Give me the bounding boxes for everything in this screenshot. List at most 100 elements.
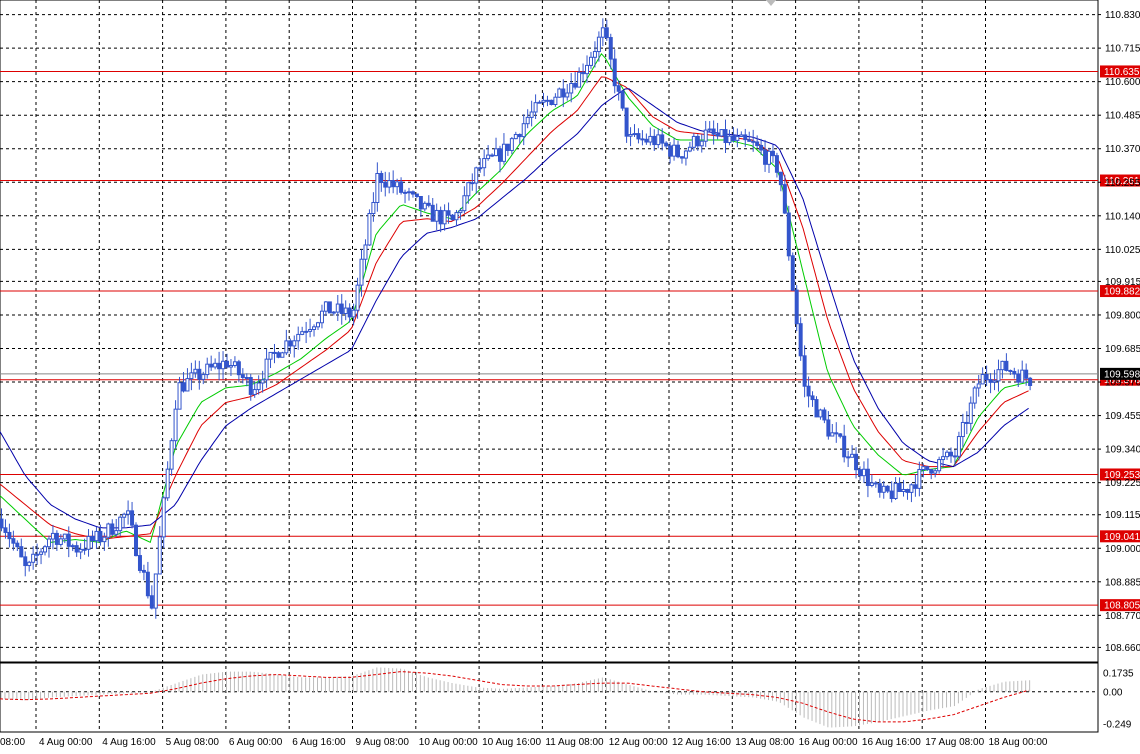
candle-body [141, 569, 146, 573]
time-tick-label: 10 Aug 00:00 [419, 737, 478, 748]
candle-body [505, 143, 510, 151]
candle-body [347, 307, 352, 318]
candle-body [905, 488, 910, 493]
candle-body [308, 328, 313, 332]
candle-body [782, 184, 787, 214]
candle-body [549, 99, 554, 106]
candle-body [387, 180, 392, 188]
candle-body [58, 538, 63, 545]
candle-body [62, 533, 67, 540]
candle-body [137, 555, 142, 571]
candle-body [122, 513, 127, 518]
candle-body [537, 101, 542, 104]
candle-body [478, 167, 483, 170]
candle-body [185, 378, 190, 392]
candle-body [355, 284, 360, 311]
price-tick-label: 110.830 [1105, 10, 1140, 21]
candle-body [312, 326, 317, 330]
candle-body [533, 102, 538, 113]
candle-body [272, 351, 277, 354]
candle-body [976, 383, 981, 389]
candle-body [846, 456, 851, 459]
price-tick-label: 110.600 [1105, 77, 1140, 88]
candle-body [763, 149, 768, 165]
candle-body [616, 85, 621, 92]
candle-body [232, 361, 237, 367]
candle-body [640, 138, 645, 141]
candle-body [213, 362, 218, 368]
price-tick-label: 109.455 [1105, 411, 1140, 422]
candle-body [644, 138, 649, 143]
price-tick-label: 109.340 [1105, 445, 1140, 456]
candle-body [19, 546, 24, 558]
price-tick-label: 108.660 [1105, 643, 1140, 654]
candle-body [27, 561, 32, 567]
time-tick-label: 11 Aug 08:00 [545, 737, 604, 748]
candle-body [450, 214, 455, 221]
candle-body [778, 171, 783, 186]
candle-body [375, 173, 380, 203]
price-tick-label: 110.715 [1105, 44, 1140, 55]
oscillator-tick-label: 0.00 [1103, 688, 1123, 699]
candle-body [11, 538, 16, 544]
candle-body [767, 150, 772, 165]
candle-body [964, 421, 969, 424]
candle-body [43, 546, 48, 553]
candle-body [331, 311, 336, 314]
time-tick-label: 6 Aug 00:00 [229, 737, 283, 748]
candle-body [838, 433, 843, 437]
candle-body [648, 135, 653, 143]
candle-body [335, 303, 340, 313]
price-tick-label: 109.115 [1105, 510, 1140, 521]
candle-body [569, 83, 574, 94]
candle-body [952, 455, 957, 458]
candle-body [70, 545, 75, 548]
candle-body [351, 309, 356, 318]
candle-body [1004, 360, 1009, 371]
candle-body [399, 181, 404, 193]
level-label: 109.882 [1104, 287, 1140, 298]
candle-body [968, 402, 973, 424]
candle-body [130, 510, 135, 526]
candle-body [383, 182, 388, 188]
candle-body [367, 213, 372, 246]
candle-body [751, 140, 756, 143]
candle-body [830, 432, 835, 437]
candle-body [371, 201, 376, 215]
candle-body [735, 135, 740, 141]
candle-body [885, 485, 890, 492]
candle-body [490, 154, 495, 157]
candle-body [509, 138, 514, 151]
candle-body [636, 133, 641, 140]
time-tick-label: 17 Aug 08:00 [925, 737, 984, 748]
oscillator-tick-label: 0.1735 [1103, 669, 1134, 680]
candle-body [252, 389, 257, 395]
candle-body [960, 421, 965, 438]
candle-body [956, 436, 961, 457]
candle-body [731, 135, 736, 141]
candle-body [90, 535, 95, 542]
candle-body [35, 553, 40, 556]
candle-body [980, 374, 985, 385]
time-tick-label: 9 Aug 08:00 [356, 737, 410, 748]
time-tick-label: 4 Aug 00:00 [39, 737, 93, 748]
candle-body [217, 362, 222, 370]
candle-body [339, 303, 344, 315]
candle-body [410, 191, 415, 195]
candle-body [949, 451, 953, 457]
candle-body [877, 483, 882, 493]
time-tick-label: 16 Aug 16:00 [862, 737, 921, 748]
candle-body [126, 510, 131, 515]
candle-body [573, 83, 578, 88]
candle-body [240, 374, 245, 378]
usdjpy-chart: 110.635110.261109.882109.578109.253109.0… [0, 0, 1140, 754]
candle-body [268, 351, 273, 360]
candle-body [39, 551, 44, 555]
candle-body [316, 322, 320, 328]
candle-body [292, 340, 297, 347]
candle-body [687, 146, 692, 152]
time-tick-label: 10 Aug 16:00 [482, 737, 541, 748]
candle-body [608, 37, 613, 60]
candle-body [157, 536, 162, 575]
candle-body [873, 482, 878, 485]
